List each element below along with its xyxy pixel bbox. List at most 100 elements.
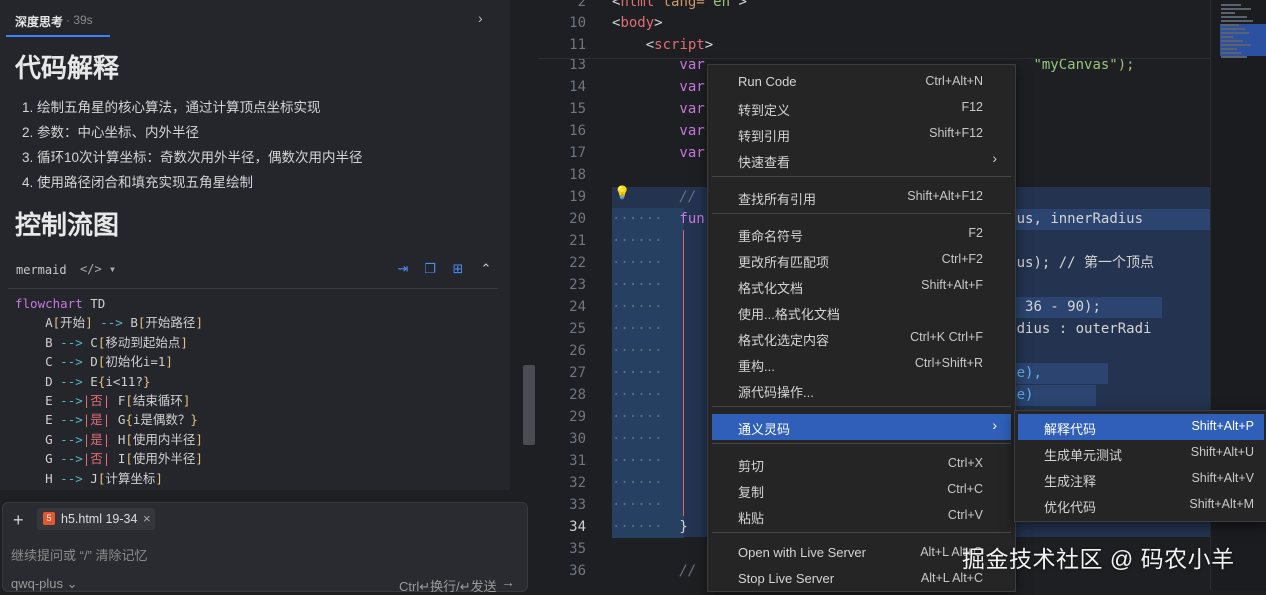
menu-item[interactable]: 更改所有匹配项 Ctrl+F2 (712, 247, 1011, 273)
minimap-line (1221, 28, 1245, 30)
submenu-item-shortcut: Shift+Alt+M (1189, 497, 1254, 511)
menu-item[interactable]: 使用...格式化文档 (712, 299, 1011, 325)
code-line: G -->|否| I[使用外半径] (15, 451, 203, 467)
code-text: // (612, 563, 697, 579)
submenu-item[interactable]: 生成注释 Shift+Alt+V (1018, 466, 1264, 492)
line-number: 20 (569, 211, 586, 227)
line-number: 27 (569, 365, 586, 381)
minimap-line (1221, 32, 1249, 34)
line-number: 21 (569, 233, 586, 249)
menu-item-label: Run Code (738, 74, 797, 89)
list-item: 2. 参数：中心坐标、内外半径 (22, 125, 200, 140)
menu-item[interactable]: 转到引用 Shift+F12 (712, 121, 1011, 147)
code-line: C --> D[初始化i=1] (15, 354, 173, 370)
menu-item-label: 粘贴 (738, 511, 765, 526)
minimap-line (1221, 56, 1247, 58)
line-number: 11 (569, 37, 586, 53)
code-line: flowchart TD (15, 296, 106, 311)
add-context-button[interactable]: + (13, 510, 24, 531)
menu-item-shortcut: Shift+Alt+F12 (907, 189, 983, 203)
menu-item-shortcut: Shift+Alt+F (921, 278, 983, 292)
copy-icon[interactable]: ❐ (421, 260, 439, 278)
list-item: 4. 使用路径闭合和填充实现五角星绘制 (22, 175, 254, 190)
minimap-line (1221, 8, 1251, 10)
code-line: B --> C[移动到起始点] (15, 334, 188, 350)
deep-thinking-header[interactable]: 深度思考 · 39s › (0, 0, 510, 38)
menu-item[interactable]: 通义灵码 › (712, 414, 1011, 440)
code-text: ······ } (612, 519, 688, 535)
submenu-item-shortcut: Shift+Alt+P (1191, 419, 1254, 433)
code-text: var (612, 79, 705, 95)
chevron-right-icon: › (992, 150, 997, 166)
minimap-line (1221, 24, 1239, 26)
menu-item-label: 源代码操作... (738, 385, 814, 400)
submenu-item[interactable]: 生成单元测试 Shift+Alt+U (1018, 440, 1264, 466)
menu-item-shortcut: Ctrl+K Ctrl+F (910, 330, 983, 344)
menu-item[interactable]: 粘贴 Ctrl+V (712, 503, 1011, 529)
minimap-line (1221, 52, 1241, 54)
deep-thinking-time: · 39s (66, 13, 93, 27)
menu-item-shortcut: Ctrl+C (947, 482, 983, 496)
code-language-label: mermaid (16, 263, 67, 277)
send-button[interactable]: → (501, 574, 515, 590)
menu-item[interactable]: Run Code Ctrl+Alt+N (712, 69, 1011, 95)
submenu-item-shortcut: Shift+Alt+U (1190, 445, 1254, 459)
header-underline (6, 35, 110, 37)
menu-separator (712, 406, 1011, 407)
menu-item-label: 格式化选定内容 (738, 333, 830, 348)
menu-item[interactable]: 复制 Ctrl+C (712, 477, 1011, 503)
submenu-item[interactable]: 解释代码 Shift+Alt+P (1018, 414, 1264, 440)
minimap-line (1221, 16, 1247, 18)
code-line: E -->|是| G{i是偶数？} (15, 412, 198, 428)
menu-item-shortcut: F12 (961, 100, 983, 114)
new-file-icon[interactable]: ⊞ (449, 260, 467, 278)
minimap-line (1221, 4, 1241, 6)
menu-item-label: 格式化文档 (738, 281, 804, 296)
menu-separator (712, 176, 1011, 177)
menu-item[interactable]: 快速查看 › (712, 147, 1011, 173)
menu-separator (712, 213, 1011, 214)
chat-scrollbar[interactable] (523, 365, 535, 445)
menu-item[interactable]: 重构... Ctrl+Shift+R (712, 351, 1011, 377)
heading-code-explanation: 代码解释 (15, 53, 120, 83)
chat-input[interactable]: 继续提问或 “/” 清除记忆 (11, 545, 148, 564)
line-number: 17 (569, 145, 586, 161)
code-text: ······ (612, 453, 663, 469)
menu-item[interactable]: 格式化选定内容 Ctrl+K Ctrl+F (712, 325, 1011, 351)
code-text: // (662, 189, 697, 205)
chat-input-box: + 5 h5.html 19-34 × 继续提问或 “/” 清除记忆 qwq-p… (2, 502, 528, 594)
menu-item-label: 重构... (738, 359, 775, 374)
menu-separator (712, 532, 1011, 533)
line-number: 16 (569, 123, 586, 139)
line-number: 35 (569, 541, 586, 557)
code-text: ······ (612, 475, 663, 491)
line-number: 23 (569, 277, 586, 293)
insert-code-icon[interactable]: ⇥ (394, 260, 412, 278)
menu-item[interactable]: 查找所有引用 Shift+Alt+F12 (712, 184, 1011, 210)
submenu-item-label: 优化代码 (1044, 500, 1097, 515)
menu-item[interactable]: 重命名符号 F2 (712, 221, 1011, 247)
line-number: 15 (569, 101, 586, 117)
menu-item-label: 复制 (738, 485, 765, 500)
menu-item[interactable]: 源代码操作... (712, 377, 1011, 403)
chevron-right-icon: › (992, 417, 997, 433)
code-text: <body> (612, 15, 663, 31)
close-icon[interactable]: × (143, 511, 151, 526)
code-view-toggle[interactable]: </> ▾ (80, 262, 116, 276)
line-number: 33 (569, 497, 586, 513)
menu-item[interactable]: 剪切 Ctrl+X (712, 451, 1011, 477)
code-text: ······ (612, 431, 663, 447)
menu-item-shortcut: Ctrl+Alt+N (925, 74, 983, 88)
menu-item-label: Open with Live Server (738, 545, 866, 560)
submenu-item[interactable]: 优化代码 Shift+Alt+M (1018, 492, 1264, 518)
collapse-icon[interactable]: ⌃ (477, 260, 495, 278)
chevron-right-icon[interactable]: › (478, 10, 483, 26)
menu-item[interactable]: 转到定义 F12 (712, 95, 1011, 121)
menu-item[interactable]: 格式化文档 Shift+Alt+F (712, 273, 1011, 299)
minimap-line (1221, 12, 1235, 14)
file-context-chip[interactable]: 5 h5.html 19-34 × (37, 508, 155, 530)
minimap-line (1221, 44, 1251, 46)
menu-item-label: 重命名符号 (738, 229, 804, 244)
menu-item-shortcut: Ctrl+V (947, 508, 983, 522)
code-line: D --> E{i<11?} (15, 373, 151, 389)
